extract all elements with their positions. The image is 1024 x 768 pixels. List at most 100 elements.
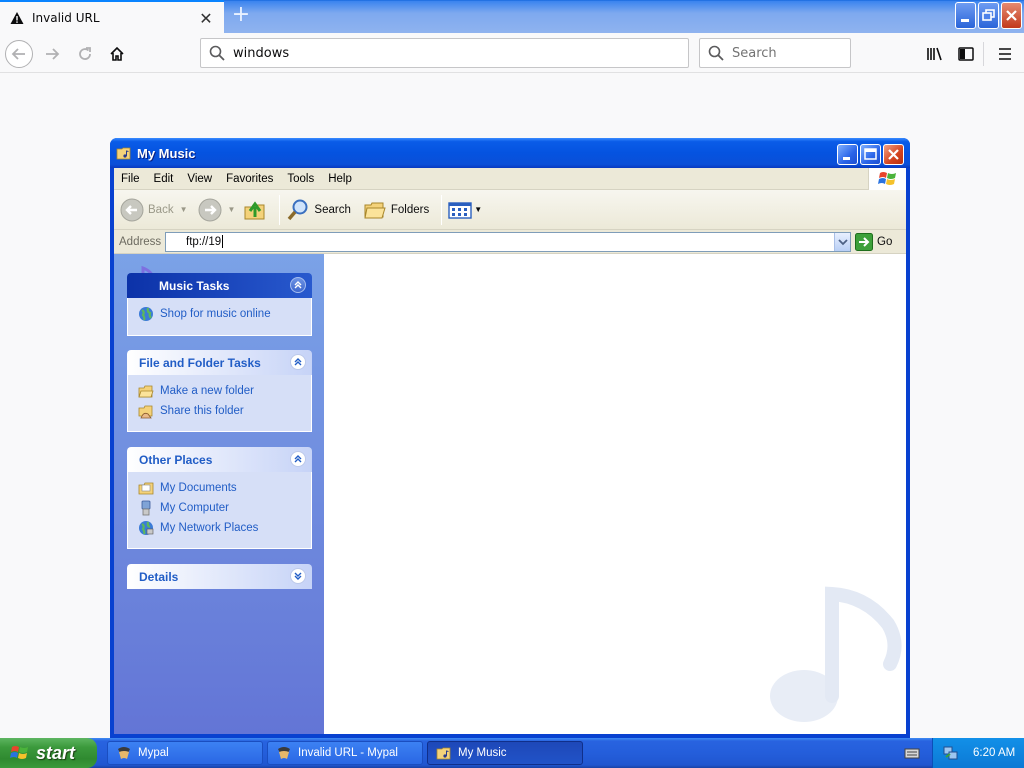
collapse-chevron-icon[interactable] [290, 451, 306, 467]
address-input[interactable]: ftp://19 [165, 231, 851, 252]
forward-arrow-icon [198, 198, 221, 221]
back-button[interactable]: Back ▼ [120, 198, 188, 222]
window-titlebar[interactable]: My Music [110, 138, 910, 168]
keyboard-icon[interactable] [904, 746, 920, 760]
browser-restore-button[interactable] [978, 2, 999, 29]
collapse-chevron-icon[interactable] [290, 354, 306, 370]
sidebar-button[interactable] [952, 40, 980, 68]
my-network-places-link[interactable]: My Network Places [138, 518, 311, 538]
search-icon [209, 45, 225, 61]
file-folder-tasks-header[interactable]: File and Folder Tasks [127, 350, 312, 375]
chevron-down-icon [837, 238, 848, 245]
music-folder-icon [116, 147, 131, 160]
menu-edit[interactable]: Edit [147, 173, 181, 185]
network-status-icon[interactable] [943, 745, 959, 761]
forward-arrow-icon [46, 48, 60, 60]
new-tab-icon[interactable]: + [228, 4, 254, 28]
warning-icon [10, 12, 24, 24]
file-folder-tasks-title: File and Folder Tasks [139, 355, 261, 370]
windows-flag-icon [868, 168, 906, 190]
explorer-window: My Music File Edit View Favorites Tools … [110, 138, 910, 738]
taskbar-item-my-music[interactable]: My Music [427, 741, 583, 765]
home-button[interactable] [103, 40, 131, 68]
close-button[interactable] [883, 144, 904, 165]
collapse-chevron-icon[interactable] [290, 277, 306, 293]
tab-close-icon[interactable]: ✕ [198, 9, 214, 28]
details-header[interactable]: Details [127, 564, 312, 589]
other-places-title: Other Places [139, 452, 213, 467]
back-dropdown-icon[interactable]: ▼ [180, 205, 188, 214]
reload-button[interactable] [71, 40, 99, 68]
taskbar-item-invalid-url-mypal[interactable]: Invalid URL - Mypal [267, 741, 423, 765]
menu-file[interactable]: File [114, 173, 147, 185]
system-tray: 6:20 AM [932, 738, 1024, 768]
taskbar: start Mypal Invalid URL - Mypal My Music [0, 738, 1024, 768]
other-places-panel: Other Places My Documents My Computer My… [127, 447, 312, 549]
file-folder-tasks-content: Make a new folder Share this folder [127, 375, 312, 432]
my-computer-link[interactable]: My Computer [138, 498, 311, 518]
search-placeholder: Search [732, 45, 777, 61]
music-tasks-header[interactable]: Music Tasks [127, 273, 312, 298]
browser-tab-strip: Invalid URL ✕ + [0, 0, 1024, 34]
task-pane: Music Tasks Shop for music online File a… [114, 254, 324, 734]
restore-icon [982, 9, 995, 21]
views-button[interactable]: ▼ [448, 200, 482, 220]
folder-content-area[interactable] [324, 254, 906, 734]
mypal-browser-icon [278, 747, 290, 759]
search-magnifier-icon [288, 199, 308, 220]
menu-tools[interactable]: Tools [280, 173, 321, 185]
forward-button[interactable]: ▼ [198, 198, 236, 222]
reload-icon [79, 47, 91, 60]
back-button[interactable] [5, 40, 33, 68]
browser-tab[interactable]: Invalid URL ✕ [0, 0, 224, 34]
browser-close-button[interactable] [1001, 2, 1022, 29]
windows-logo-icon [10, 746, 28, 759]
search-bar[interactable]: Search [699, 38, 851, 68]
library-icon [927, 47, 942, 61]
taskbar-item-mypal[interactable]: Mypal [107, 741, 263, 765]
maximize-button[interactable] [860, 144, 881, 165]
close-icon [1006, 10, 1017, 21]
folders-icon [364, 202, 386, 218]
menu-button[interactable] [991, 40, 1019, 68]
search-button[interactable]: Search [286, 198, 351, 222]
folders-button[interactable]: Folders [363, 198, 429, 222]
make-new-folder-link[interactable]: Make a new folder [138, 381, 311, 401]
share-folder-link[interactable]: Share this folder [138, 401, 311, 421]
close-icon [888, 149, 899, 160]
expand-chevron-icon[interactable] [290, 568, 306, 584]
menu-favorites[interactable]: Favorites [219, 173, 280, 185]
hamburger-menu-icon [999, 48, 1011, 60]
address-dropdown-button[interactable] [834, 232, 850, 251]
library-button[interactable] [921, 40, 949, 68]
music-note-watermark-icon [770, 586, 902, 722]
music-tasks-panel: Music Tasks Shop for music online [127, 265, 312, 336]
forward-dropdown-icon[interactable]: ▼ [228, 205, 236, 214]
shop-for-music-online-link[interactable]: Shop for music online [138, 304, 311, 324]
details-title: Details [139, 569, 179, 584]
tab-title: Invalid URL [32, 11, 100, 25]
forward-button[interactable] [38, 40, 66, 68]
go-button[interactable]: Go [855, 232, 892, 251]
address-label: Address [119, 235, 162, 248]
browser-minimize-button[interactable] [955, 2, 976, 29]
details-panel: Details [127, 564, 312, 589]
other-places-header[interactable]: Other Places [127, 447, 312, 472]
window-title: My Music [137, 145, 196, 161]
search-icon [708, 45, 724, 61]
menu-view[interactable]: View [180, 173, 219, 185]
up-folder-button[interactable] [243, 198, 267, 222]
standard-toolbar: Back ▼ ▼ Search Folders ▼ [114, 190, 906, 230]
toolbar-separator [279, 194, 281, 225]
start-button[interactable]: start [0, 738, 97, 768]
views-dropdown-icon[interactable]: ▼ [474, 205, 482, 214]
minimize-button[interactable] [837, 144, 858, 165]
menu-help[interactable]: Help [321, 173, 359, 185]
text-caret [222, 235, 224, 248]
my-documents-link[interactable]: My Documents [138, 478, 311, 498]
menu-bar: File Edit View Favorites Tools Help [114, 168, 906, 190]
back-arrow-icon [11, 48, 25, 60]
new-folder-icon [138, 385, 154, 398]
music-tasks-content: Shop for music online [127, 298, 312, 336]
url-bar[interactable]: windows [200, 38, 689, 68]
